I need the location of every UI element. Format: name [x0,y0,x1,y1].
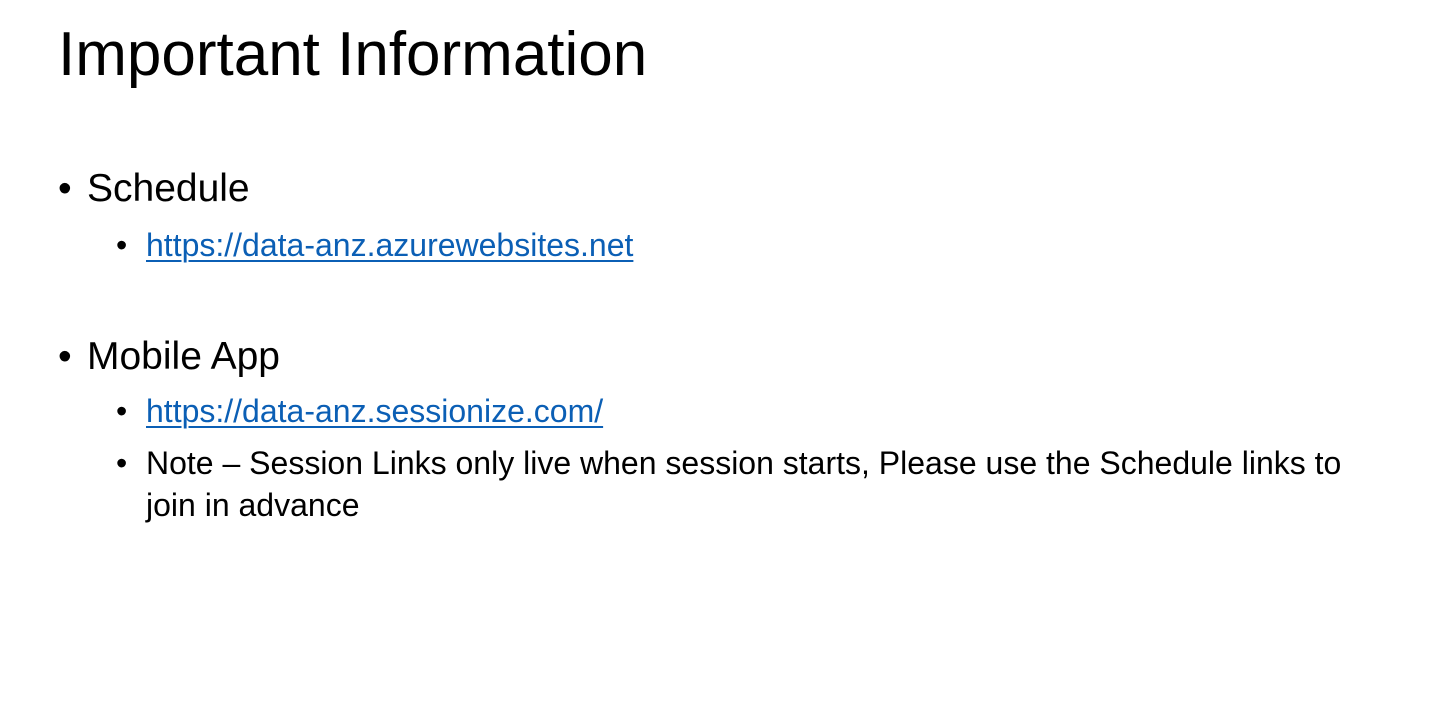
slide: Important Information • Schedule • https… [0,0,1450,711]
mobile-app-label: Mobile App [87,335,280,378]
sessionize-link[interactable]: https://data-anz.sessionize.com/ [146,390,603,432]
schedule-link[interactable]: https://data-anz.azurewebsites.net [146,224,633,266]
bullet-icon: • [116,393,128,429]
note-text: Note – Session Links only live when sess… [146,445,1342,523]
schedule-label: Schedule [87,167,250,210]
bullet-mobile-app: • Mobile App [58,334,280,381]
bullet-icon: • [58,335,72,378]
bullet-icon: • [116,227,128,263]
bullet-mobile-app-link: • https://data-anz.sessionize.com/ [116,390,603,432]
bullet-icon: • [58,167,72,210]
bullet-note: • Note – Session Links only live when se… [116,442,1346,526]
slide-title: Important Information [58,20,648,89]
bullet-icon: • [116,445,128,481]
bullet-schedule: • Schedule [58,166,250,213]
bullet-schedule-link: • https://data-anz.azurewebsites.net [116,224,633,266]
